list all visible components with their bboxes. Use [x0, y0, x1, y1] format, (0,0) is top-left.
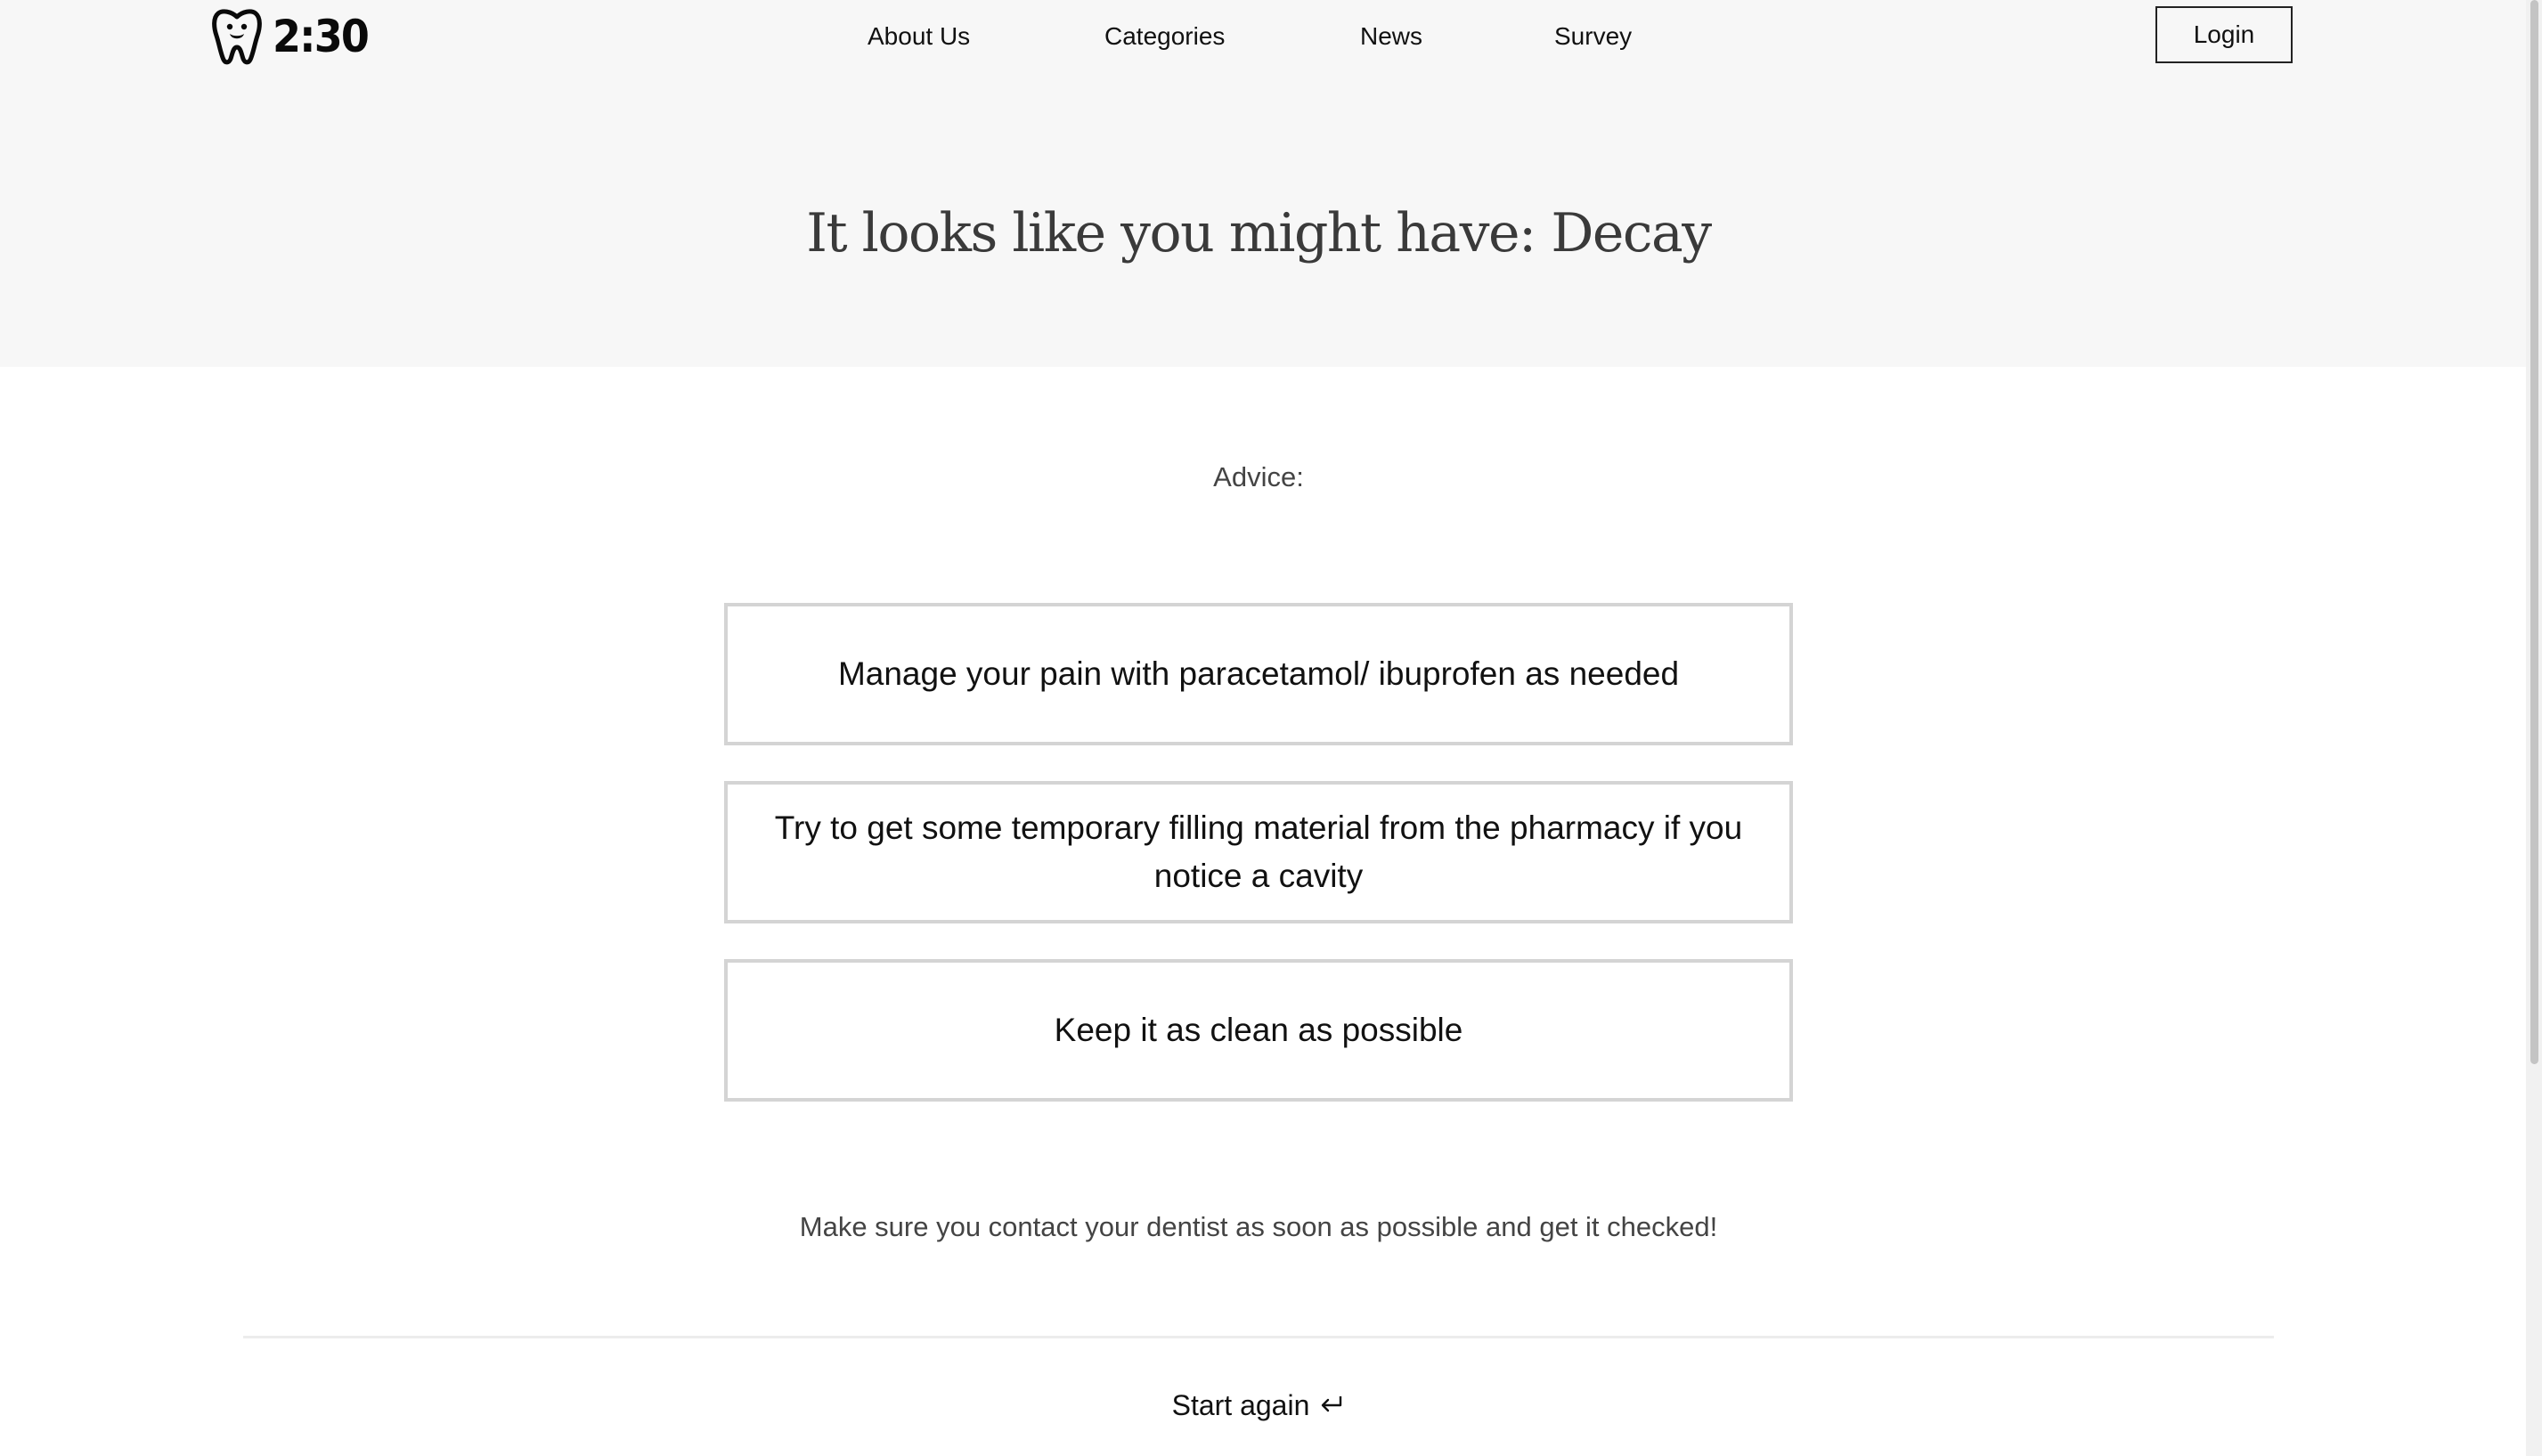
divider [243, 1336, 2274, 1338]
login-button[interactable]: Login [2155, 6, 2293, 63]
hero-section [0, 0, 2526, 367]
start-again-link[interactable]: Start again [0, 1385, 2517, 1426]
tooth-icon [212, 9, 262, 65]
nav-news[interactable]: News [1360, 19, 1422, 54]
advice-label: Advice: [1213, 461, 1304, 492]
advice-text: Manage your pain with paracetamol/ ibupr… [837, 655, 1680, 692]
return-arrow-icon [1322, 1396, 1342, 1412]
start-again-label: Start again [1171, 1389, 1310, 1421]
logo-text: 2:30 [273, 11, 370, 62]
advice-text: Try to get some temporary filling materi… [774, 809, 1743, 894]
nav-about-us[interactable]: About Us [868, 19, 970, 54]
site-logo[interactable]: 2:30 [212, 7, 376, 66]
nav-survey[interactable]: Survey [1554, 19, 1632, 54]
advice-card: Try to get some temporary filling materi… [724, 781, 1793, 923]
advice-card: Manage your pain with paracetamol/ ibupr… [724, 603, 1793, 745]
advice-text: Keep it as clean as possible [1054, 1012, 1463, 1048]
scrollbar-thumb[interactable] [2530, 0, 2538, 1064]
nav-categories[interactable]: Categories [1104, 19, 1225, 54]
advice-card: Keep it as clean as possible [724, 959, 1793, 1102]
page-title: It looks like you might have: Decay [806, 202, 1712, 264]
contact-dentist-note: Make sure you contact your dentist as so… [799, 1211, 1718, 1242]
